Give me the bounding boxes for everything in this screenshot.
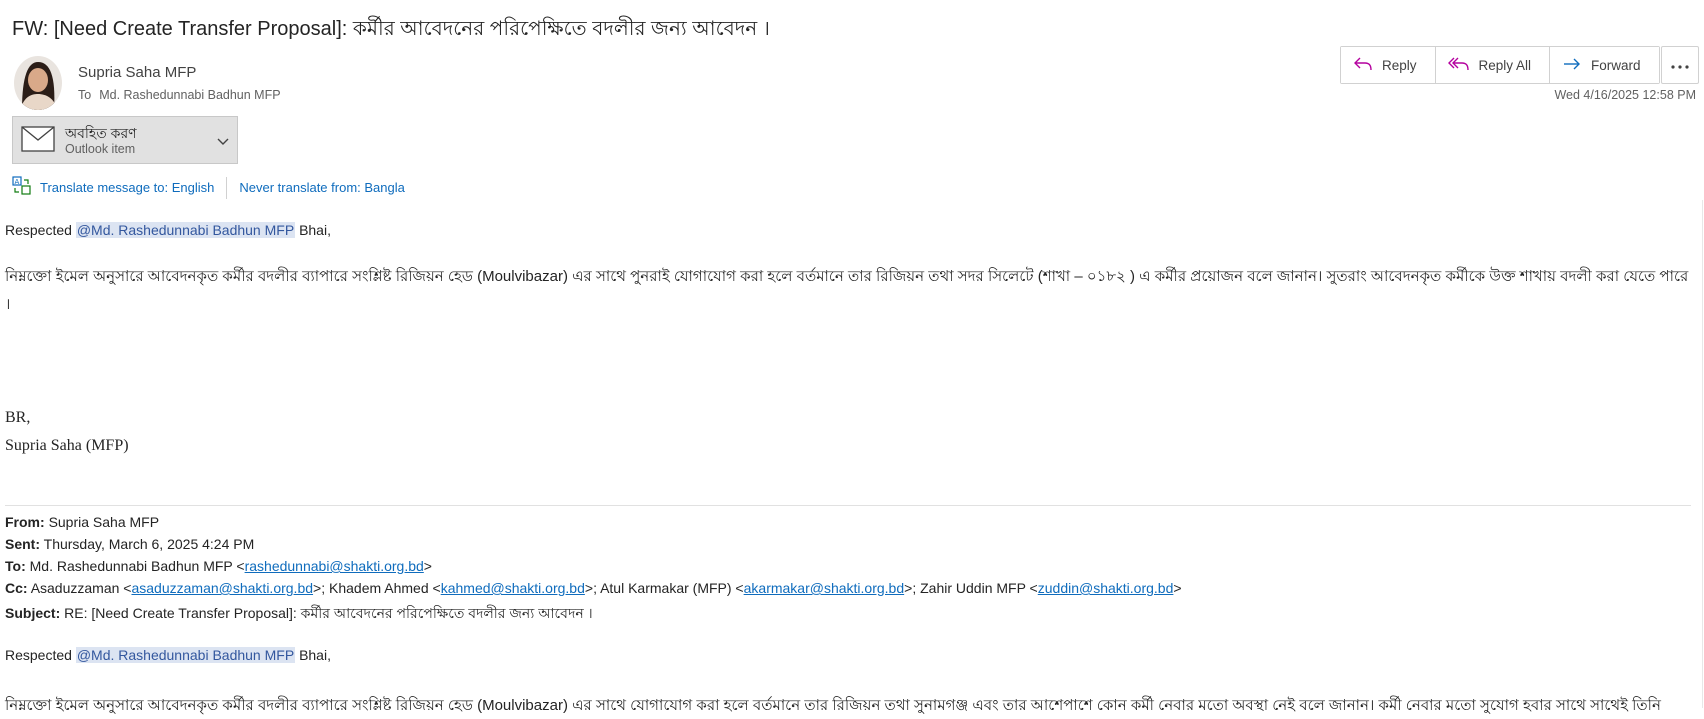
subject-label: Subject:	[5, 605, 61, 621]
reply-label: Reply	[1382, 57, 1417, 73]
forward-icon	[1562, 56, 1591, 75]
cc-name: Asaduzzaman	[30, 580, 120, 596]
recipient-line: To Md. Rashedunnabi Badhun MFP	[78, 88, 281, 102]
to-email-link[interactable]: rashedunnabi@shakti.org.bd	[245, 558, 424, 574]
forward-button[interactable]: Forward	[1550, 47, 1659, 83]
sender-name[interactable]: Supria Saha MFP	[78, 64, 196, 81]
sent-label: Sent:	[5, 536, 40, 552]
recipient-name[interactable]: Md. Rashedunnabi Badhun MFP	[99, 88, 280, 102]
quoted-cc: Cc: Asaduzzaman <asaduzzaman@shakti.org.…	[5, 580, 1182, 596]
from-value: Supria Saha MFP	[48, 514, 160, 530]
closing: BR,	[5, 409, 31, 426]
translation-bar: A Translate message to: English Never tr…	[12, 176, 405, 199]
mention-tag[interactable]: @Md. Rashedunnabi Badhun MFP	[75, 647, 296, 663]
forward-label: Forward	[1591, 57, 1641, 73]
greeting-suffix: Bhai,	[299, 647, 331, 663]
mention-tag[interactable]: @Md. Rashedunnabi Badhun MFP	[75, 222, 296, 238]
svg-text:A: A	[15, 178, 20, 186]
from-label: From:	[5, 514, 45, 530]
reply-icon	[1353, 56, 1382, 75]
chevron-down-icon[interactable]	[217, 133, 229, 151]
quoted-from: From: Supria Saha MFP	[5, 514, 159, 530]
quoted-to: To: Md. Rashedunnabi Badhun MFP <rashedu…	[5, 558, 432, 574]
sent-value: Thursday, March 6, 2025 4:24 PM	[43, 536, 255, 552]
message-action-bar: Reply Reply All Forward	[1340, 46, 1660, 84]
sender-avatar[interactable]	[14, 56, 62, 110]
cc-name: Zahir Uddin MFP	[920, 580, 1026, 596]
body-paragraph: নিম্নক্তো ইমেল অনুসারে আবেদনকৃত কর্মীর ব…	[5, 268, 1689, 313]
to-name: Md. Rashedunnabi Badhun MFP	[29, 558, 233, 574]
quoted-divider	[5, 505, 1691, 506]
more-actions-button[interactable]	[1661, 46, 1699, 84]
cc-email-link[interactable]: zuddin@shakti.org.bd	[1038, 580, 1174, 596]
cc-label: Cc:	[5, 580, 28, 596]
cc-email-link[interactable]: asaduzzaman@shakti.org.bd	[131, 580, 313, 596]
greeting-text: Respected	[5, 222, 72, 238]
translate-message-link[interactable]: Translate message to: English	[40, 180, 214, 195]
reply-all-button[interactable]: Reply All	[1435, 47, 1551, 83]
attachment-card[interactable]: অবহিত করণ Outlook item	[12, 116, 238, 164]
reading-pane-edge	[1702, 200, 1703, 708]
reply-all-icon	[1447, 56, 1479, 75]
greeting-suffix: Bhai,	[299, 222, 331, 238]
never-translate-link[interactable]: Never translate from: Bangla	[239, 180, 404, 195]
quoted-sent: Sent: Thursday, March 6, 2025 4:24 PM	[5, 536, 254, 552]
cc-email-link[interactable]: kahmed@shakti.org.bd	[441, 580, 585, 596]
more-icon	[1671, 56, 1689, 74]
quoted-paragraph: নিম্নক্তো ইমেল অনুসারে আবেদনকৃত কর্মীর ব…	[5, 697, 1661, 714]
to-label: To	[78, 88, 92, 102]
signature: Supria Saha (MFP)	[5, 437, 129, 454]
reply-button[interactable]: Reply	[1341, 47, 1436, 83]
attachment-type: Outlook item	[65, 142, 136, 156]
email-subject: FW: [Need Create Transfer Proposal]: কর্…	[12, 18, 770, 40]
quoted-subject: Subject: RE: [Need Create Transfer Propo…	[5, 602, 593, 626]
reply-all-label: Reply All	[1478, 57, 1532, 73]
envelope-icon	[21, 126, 55, 157]
translate-icon: A	[12, 176, 32, 199]
quoted-greeting: Respected @Md. Rashedunnabi Badhun MFP B…	[5, 647, 331, 663]
translate-divider	[226, 176, 228, 199]
cc-email-link[interactable]: akarmakar@shakti.org.bd	[744, 580, 905, 596]
cc-name: Atul Karmakar (MFP)	[600, 580, 732, 596]
greeting-text: Respected	[5, 647, 72, 663]
to-label: To:	[5, 558, 26, 574]
cc-name: Khadem Ahmed	[329, 580, 429, 596]
subject-value: RE: [Need Create Transfer Proposal]: কর্…	[64, 605, 593, 621]
greeting: Respected @Md. Rashedunnabi Badhun MFP B…	[5, 222, 331, 238]
received-date: Wed 4/16/2025 12:58 PM	[1554, 88, 1696, 102]
